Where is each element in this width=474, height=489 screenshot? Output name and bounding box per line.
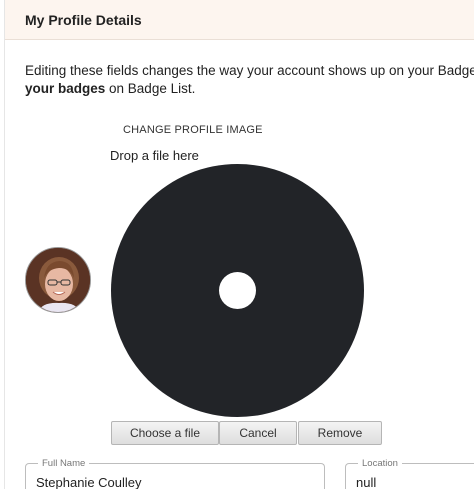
description-line1: Editing these fields changes the way you… — [25, 63, 474, 78]
description-rest: on Badge List. — [105, 81, 196, 96]
image-action-buttons: Choose a file Cancel Remove — [111, 421, 382, 445]
full-name-value[interactable]: Stephanie Coulley — [36, 475, 314, 489]
location-label: Location — [362, 458, 398, 469]
full-name-field[interactable]: Full Name Stephanie Coulley — [25, 458, 325, 489]
choose-file-button[interactable]: Choose a file — [111, 421, 219, 445]
profile-details-panel: My Profile Details Editing these fields … — [4, 0, 474, 489]
avatar — [25, 247, 91, 313]
panel-header: My Profile Details — [5, 0, 474, 40]
full-name-label: Full Name — [42, 458, 86, 469]
drop-zone-label: Drop a file here — [110, 148, 199, 163]
description-text: Editing these fields changes the way you… — [25, 62, 474, 98]
page-title: My Profile Details — [25, 12, 142, 28]
avatar-photo — [26, 248, 90, 312]
location-value[interactable]: null — [356, 475, 474, 489]
image-drop-zone[interactable] — [111, 164, 364, 417]
description-bold: your badges — [25, 81, 106, 96]
drop-zone-center — [219, 272, 256, 309]
location-field[interactable]: Location null — [345, 458, 474, 489]
change-profile-image-heading: CHANGE PROFILE IMAGE — [123, 124, 263, 136]
cancel-button[interactable]: Cancel — [219, 421, 297, 445]
remove-button[interactable]: Remove — [298, 421, 382, 445]
